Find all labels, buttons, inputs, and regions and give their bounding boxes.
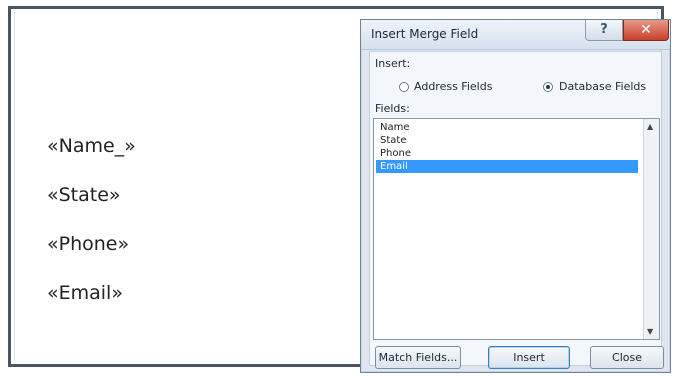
database-fields-label[interactable]: Database Fields <box>559 80 646 93</box>
help-button[interactable]: ? <box>585 20 623 41</box>
dialog-titlebar[interactable]: Insert Merge Field ? ✕ <box>361 20 670 50</box>
fields-scrollbar[interactable]: ▲ ▼ <box>643 119 659 339</box>
match-fields-button[interactable]: Match Fields... <box>375 346 461 369</box>
merge-field-phone[interactable]: «Phone» <box>47 233 129 255</box>
merge-field-state[interactable]: «State» <box>47 184 121 206</box>
close-button[interactable]: Close <box>590 346 664 369</box>
address-fields-radio[interactable] <box>399 82 409 92</box>
insert-group-label: Insert: <box>375 57 411 70</box>
help-icon: ? <box>600 22 608 37</box>
list-item-name[interactable]: Name <box>376 121 638 134</box>
insert-merge-field-dialog: Insert Merge Field ? ✕ Insert: Address F… <box>360 19 671 373</box>
dialog-title: Insert Merge Field <box>371 27 479 41</box>
close-window-button[interactable]: ✕ <box>623 20 669 41</box>
scroll-down-icon[interactable]: ▼ <box>647 327 653 336</box>
fields-label: Fields: <box>375 102 410 115</box>
scroll-up-icon[interactable]: ▲ <box>647 122 653 131</box>
merge-field-email[interactable]: «Email» <box>47 282 123 304</box>
list-item-phone[interactable]: Phone <box>376 147 638 160</box>
address-fields-label[interactable]: Address Fields <box>414 80 492 93</box>
list-item-state[interactable]: State <box>376 134 638 147</box>
merge-field-name[interactable]: «Name_» <box>47 135 136 157</box>
insert-button[interactable]: Insert <box>488 346 570 369</box>
database-fields-radio[interactable] <box>543 82 553 92</box>
fields-listbox[interactable]: Name State Phone Email ▲ ▼ <box>373 118 660 340</box>
list-item-email[interactable]: Email <box>376 160 638 173</box>
close-icon: ✕ <box>640 22 652 38</box>
